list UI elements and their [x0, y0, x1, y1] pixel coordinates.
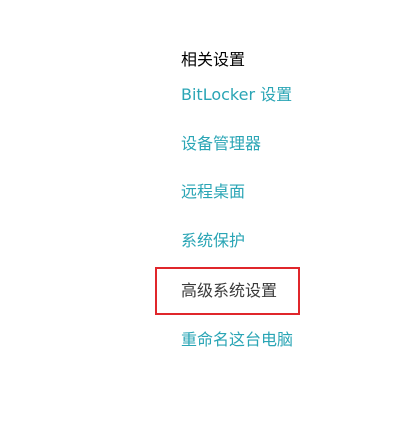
remote-desktop-link[interactable]: 远程桌面: [181, 181, 245, 203]
rename-this-pc-link[interactable]: 重命名这台电脑: [181, 329, 293, 351]
system-protection-link[interactable]: 系统保护: [181, 230, 245, 252]
related-settings-title: 相关设置: [181, 50, 246, 69]
device-manager-link[interactable]: 设备管理器: [181, 133, 261, 155]
related-settings-panel: 相关设置 BitLocker 设置 设备管理器 远程桌面 系统保护 高级系统设置…: [181, 49, 293, 349]
highlight-annotation-box: [155, 267, 300, 315]
bitlocker-settings-link[interactable]: BitLocker 设置: [181, 84, 292, 106]
